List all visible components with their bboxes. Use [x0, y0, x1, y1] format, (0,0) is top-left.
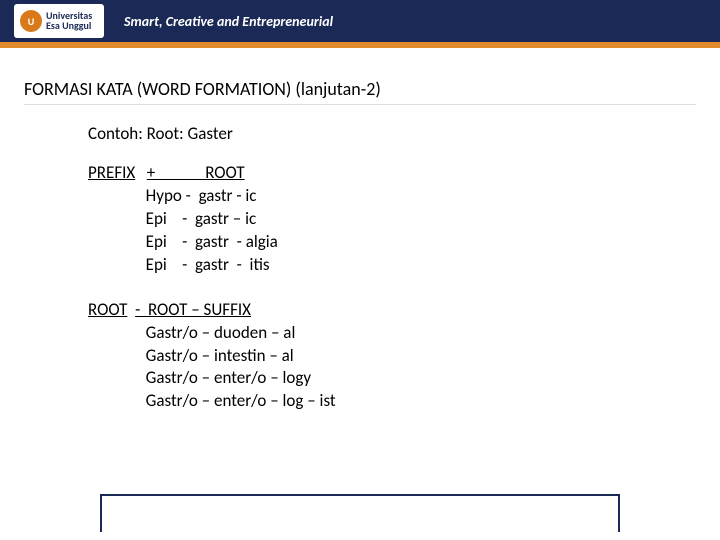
section2-line: Gastr/o – enter/o – log – ist — [88, 390, 696, 413]
section2-line: Gastr/o – duoden – al — [88, 322, 696, 345]
root-header-left: ROOT — [88, 299, 127, 320]
header-bar: U Universitas Esa Unggul Smart, Creative… — [0, 0, 720, 42]
slide-content: FORMASI KATA (WORD FORMATION) (lanjutan-… — [0, 48, 720, 445]
logo-icon: U — [20, 10, 42, 32]
body-text: Contoh: Root: Gaster PREFIX + ROOT Hypo … — [24, 123, 696, 413]
section1-line: Epi - gastr - itis — [88, 254, 696, 277]
section1-line: Epi - gastr - algia — [88, 231, 696, 254]
section2-line: Gastr/o – enter/o – logy — [88, 367, 696, 390]
logo-main-text: Esa Unggul — [46, 21, 92, 31]
university-logo: U Universitas Esa Unggul — [14, 4, 104, 38]
section1-line: Epi - gastr – ic — [88, 208, 696, 231]
footer-box — [100, 494, 620, 532]
section2-header: ROOT - ROOT – SUFFIX — [88, 299, 696, 322]
root-header-right: - ROOT – SUFFIX — [135, 299, 251, 320]
prefix-root-section: PREFIX + ROOT Hypo - gastr - ic Epi - ga… — [88, 162, 696, 277]
root-suffix-section: ROOT - ROOT – SUFFIX Gastr/o – duoden – … — [88, 299, 696, 414]
prefix-header-left: PREFIX — [88, 162, 135, 183]
section1-line: Hypo - gastr - ic — [88, 185, 696, 208]
section2-line: Gastr/o – intestin – al — [88, 345, 696, 368]
section1-header: PREFIX + ROOT — [88, 162, 696, 185]
tagline-text: Smart, Creative and Entrepreneurial — [124, 13, 333, 30]
prefix-header-right: + ROOT — [147, 162, 245, 183]
example-intro: Contoh: Root: Gaster — [88, 123, 696, 146]
slide-title: FORMASI KATA (WORD FORMATION) (lanjutan-… — [24, 78, 696, 105]
